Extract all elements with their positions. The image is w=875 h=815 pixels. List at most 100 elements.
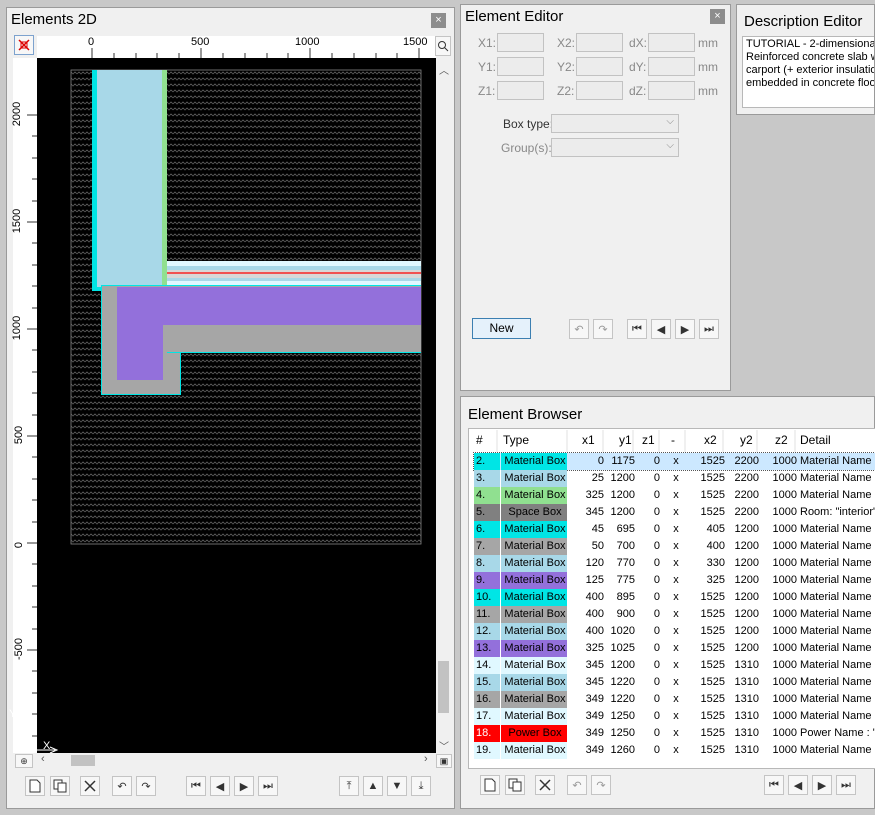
y1-field[interactable] bbox=[497, 57, 544, 76]
row-number: 16. bbox=[474, 691, 500, 708]
table-row[interactable]: 12. Material Box 400 1020 0 x 1525 1200 1000 Mate… bbox=[474, 623, 875, 640]
slab-purple bbox=[163, 287, 421, 325]
row-number: 5. bbox=[474, 504, 500, 521]
row-y1: 1025 bbox=[610, 642, 635, 654]
description-textarea[interactable]: TUTORIAL - 2-dimensional: Reinforced con… bbox=[742, 36, 875, 108]
last-icon[interactable]: ⏭ bbox=[258, 776, 278, 796]
copy-icon[interactable] bbox=[50, 776, 70, 796]
row-x1: 25 bbox=[591, 472, 604, 484]
table-row[interactable]: 18. Power Box 349 1250 0 x 1525 1310 1000 Power N… bbox=[474, 725, 875, 742]
row-x1: 349 bbox=[585, 744, 604, 756]
x1-field[interactable] bbox=[497, 33, 544, 52]
chevron-down-icon: ⌵ bbox=[666, 140, 674, 151]
delete-icon[interactable] bbox=[535, 775, 555, 795]
row-x1: 325 bbox=[585, 642, 604, 654]
row-x2: 1525 bbox=[700, 693, 725, 705]
row-z1: 0 bbox=[653, 506, 660, 518]
dz-field[interactable] bbox=[648, 81, 695, 100]
groups-select[interactable]: ⌵ bbox=[551, 138, 679, 157]
drawing-canvas[interactable]: Y X bbox=[9, 58, 436, 754]
element-browser-title: Element Browser bbox=[468, 406, 583, 423]
undo-icon[interactable]: ↶ bbox=[112, 776, 132, 796]
table-row[interactable]: 9. Material Box 125 775 0 x 325 1200 1000 Materia… bbox=[474, 572, 875, 589]
new-document-icon[interactable] bbox=[480, 775, 500, 795]
first-icon[interactable]: ⏮ bbox=[764, 775, 784, 795]
zoom-fit-icon[interactable] bbox=[14, 35, 34, 55]
z2-field[interactable] bbox=[576, 81, 623, 100]
last-icon[interactable]: ⏭ bbox=[699, 319, 719, 339]
table-row[interactable]: 13. Material Box 325 1025 0 x 1525 1200 1000 Mate… bbox=[474, 640, 875, 657]
table-row[interactable]: 5. Space Box 345 1200 0 x 1525 2200 1000 Room: "i… bbox=[474, 504, 875, 521]
first-icon[interactable]: ⏮ bbox=[186, 776, 206, 796]
row-y1: 1200 bbox=[610, 659, 635, 671]
row-dash: x bbox=[673, 659, 679, 671]
dx-field[interactable] bbox=[648, 33, 695, 52]
row-z1: 0 bbox=[653, 710, 660, 722]
row-number: 4. bbox=[474, 487, 500, 504]
y2-field[interactable] bbox=[576, 57, 623, 76]
row-y1: 775 bbox=[616, 574, 635, 586]
table-row[interactable]: 3. Material Box 25 1200 0 x 1525 2200 1000 Materi… bbox=[474, 470, 875, 487]
vertical-scrollbar[interactable]: ︿ ﹀ bbox=[436, 58, 451, 753]
row-y2: 1200 bbox=[734, 608, 759, 620]
move-top-icon[interactable]: ⤒ bbox=[339, 776, 359, 796]
table-row[interactable]: 17. Material Box 349 1250 0 x 1525 1310 1000 Mate… bbox=[474, 708, 875, 725]
move-bottom-icon[interactable]: ⤓ bbox=[411, 776, 431, 796]
row-dash: x bbox=[673, 540, 679, 552]
table-row[interactable]: 4. Material Box 325 1200 0 x 1525 2200 1000 Mater… bbox=[474, 487, 875, 504]
new-button[interactable]: New bbox=[472, 318, 531, 339]
row-detail: Material Name : bbox=[800, 591, 875, 603]
elements-2d-close-icon[interactable]: × bbox=[431, 13, 446, 28]
zoom-origin-icon[interactable]: ⊕ bbox=[15, 754, 33, 768]
y2-label: Y2: bbox=[557, 60, 576, 74]
last-icon[interactable]: ⏭ bbox=[836, 775, 856, 795]
table-row[interactable]: 15. Material Box 345 1220 0 x 1525 1310 1000 Mate… bbox=[474, 674, 875, 691]
vertical-scroll-thumb[interactable] bbox=[438, 661, 449, 713]
previous-icon[interactable]: ◀ bbox=[210, 776, 230, 796]
element-editor-close-icon[interactable]: × bbox=[710, 9, 725, 24]
redo-icon[interactable]: ↷ bbox=[593, 319, 613, 339]
row-number: 13. bbox=[474, 640, 500, 657]
undo-icon[interactable]: ↶ bbox=[567, 775, 587, 795]
table-row[interactable]: 16. Material Box 349 1220 0 x 1525 1310 1000 Mate… bbox=[474, 691, 875, 708]
table-row[interactable]: 2. Material Box 0 1175 0 x 1525 2200 1000 Materia… bbox=[473, 452, 875, 471]
footing-purple bbox=[117, 287, 163, 380]
next-icon[interactable]: ▶ bbox=[812, 775, 832, 795]
z1-field[interactable] bbox=[497, 81, 544, 100]
table-row[interactable]: 8. Material Box 120 770 0 x 330 1200 1000 Materia… bbox=[474, 555, 875, 572]
table-row[interactable]: 19. Material Box 349 1260 0 x 1525 1310 1000 Mate… bbox=[474, 742, 875, 759]
undo-icon[interactable]: ↶ bbox=[569, 319, 589, 339]
new-document-icon[interactable] bbox=[25, 776, 45, 796]
row-number: 2. bbox=[474, 453, 500, 470]
first-icon[interactable]: ⏮ bbox=[627, 319, 647, 339]
horizontal-scrollbar[interactable]: ‹ › bbox=[37, 753, 436, 768]
x2-label: X2: bbox=[557, 36, 576, 50]
previous-icon[interactable]: ◀ bbox=[788, 775, 808, 795]
dy-field[interactable] bbox=[648, 57, 695, 76]
zoom-icon[interactable] bbox=[435, 36, 451, 56]
next-icon[interactable]: ▶ bbox=[234, 776, 254, 796]
row-z2: 1000 bbox=[772, 489, 797, 501]
next-icon[interactable]: ▶ bbox=[675, 319, 695, 339]
table-header: # Type x1 y1 z1 - x2 y2 z2 Detail bbox=[470, 430, 875, 452]
table-row[interactable]: 7. Material Box 50 700 0 x 400 1200 1000 Material… bbox=[474, 538, 875, 555]
redo-icon[interactable]: ↷ bbox=[591, 775, 611, 795]
description-line: TUTORIAL - 2-dimensional: bbox=[746, 38, 875, 50]
copy-icon[interactable] bbox=[505, 775, 525, 795]
table-row[interactable]: 6. Material Box 45 695 0 x 405 1200 1000 Material… bbox=[474, 521, 875, 538]
table-row[interactable]: 11. Material Box 400 900 0 x 1525 1200 1000 Mater… bbox=[474, 606, 875, 623]
delete-icon[interactable] bbox=[80, 776, 100, 796]
x2-field[interactable] bbox=[576, 33, 623, 52]
box-type-select[interactable]: ⌵ bbox=[551, 114, 679, 133]
table-row[interactable]: 14. Material Box 345 1200 0 x 1525 1310 1000 Mate… bbox=[474, 657, 875, 674]
move-up-icon[interactable]: ▲ bbox=[363, 776, 383, 796]
table-row[interactable]: 10. Material Box 400 895 0 x 1525 1200 1000 Mater… bbox=[474, 589, 875, 606]
row-x2: 1525 bbox=[700, 710, 725, 722]
previous-icon[interactable]: ◀ bbox=[651, 319, 671, 339]
horizontal-scroll-thumb[interactable] bbox=[71, 755, 95, 766]
row-dash: x bbox=[673, 642, 679, 654]
move-down-icon[interactable]: ▼ bbox=[387, 776, 407, 796]
print-icon[interactable]: ▣ bbox=[436, 754, 452, 768]
redo-icon[interactable]: ↷ bbox=[136, 776, 156, 796]
row-type: Material Box bbox=[501, 470, 567, 487]
